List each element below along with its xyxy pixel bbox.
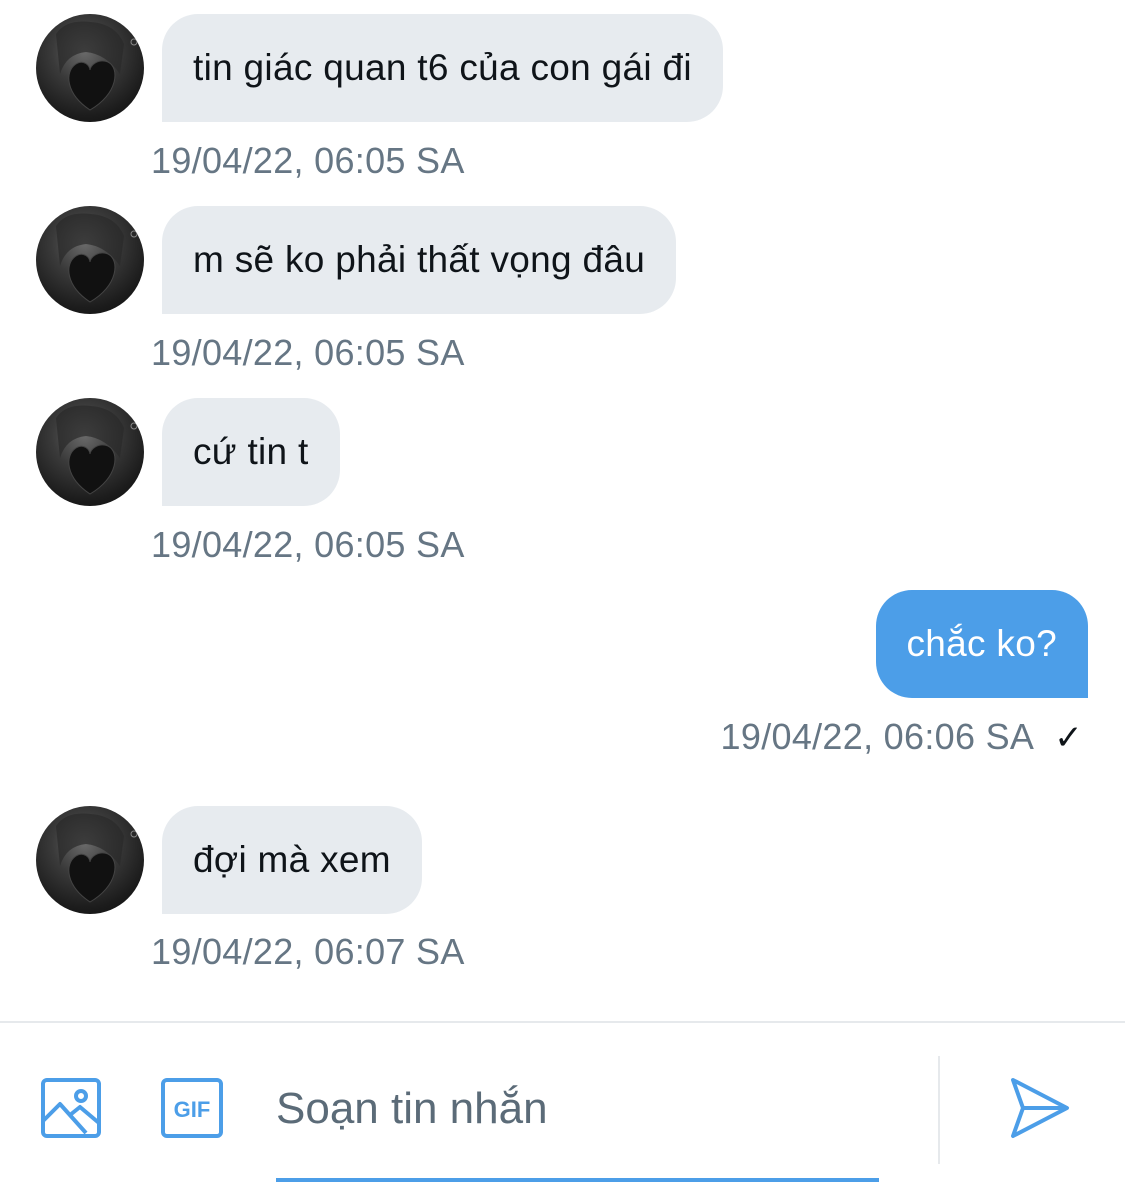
avatar[interactable] xyxy=(36,14,144,122)
message-bubble-incoming[interactable]: m sẽ ko phải thất vọng đâu xyxy=(162,206,677,314)
message-timestamp: 19/04/22, 06:05 SA xyxy=(151,140,465,181)
gif-label: GIF xyxy=(174,1097,211,1122)
send-separator xyxy=(938,1056,940,1164)
message-bubble-incoming[interactable]: tin giác quan t6 của con gái đi xyxy=(162,14,723,122)
heart-sticker-icon xyxy=(56,405,138,495)
heart-sticker-icon xyxy=(56,21,138,111)
image-icon xyxy=(41,1078,101,1138)
avatar[interactable] xyxy=(36,806,144,914)
heart-sticker-icon xyxy=(56,813,138,903)
message-timestamp: 19/04/22, 06:05 SA xyxy=(151,332,465,373)
message-timestamp: 19/04/22, 06:06 SA ✓ xyxy=(721,716,1083,758)
input-focus-underline xyxy=(276,1178,879,1182)
composer-divider xyxy=(0,1021,1125,1023)
gif-button[interactable]: GIF xyxy=(160,1077,224,1144)
image-upload-button[interactable] xyxy=(40,1077,102,1144)
send-icon xyxy=(1011,1078,1069,1138)
message-bubble-incoming[interactable]: đợi mà xem xyxy=(162,806,422,914)
avatar[interactable] xyxy=(36,398,144,506)
send-button[interactable] xyxy=(1009,1076,1071,1145)
message-timestamp: 19/04/22, 06:07 SA xyxy=(151,931,465,972)
heart-sticker-icon xyxy=(56,213,138,303)
message-input[interactable] xyxy=(276,1070,878,1148)
message-timestamp-text: 19/04/22, 06:06 SA xyxy=(720,716,1035,757)
message-bubble-outgoing[interactable]: chắc ko? xyxy=(875,590,1088,698)
message-timestamp: 19/04/22, 06:05 SA xyxy=(151,524,465,565)
check-icon: ✓ xyxy=(1054,719,1083,757)
message-bubble-incoming[interactable]: cứ tin t xyxy=(162,398,340,506)
gif-icon: GIF xyxy=(161,1078,223,1138)
avatar[interactable] xyxy=(36,206,144,314)
